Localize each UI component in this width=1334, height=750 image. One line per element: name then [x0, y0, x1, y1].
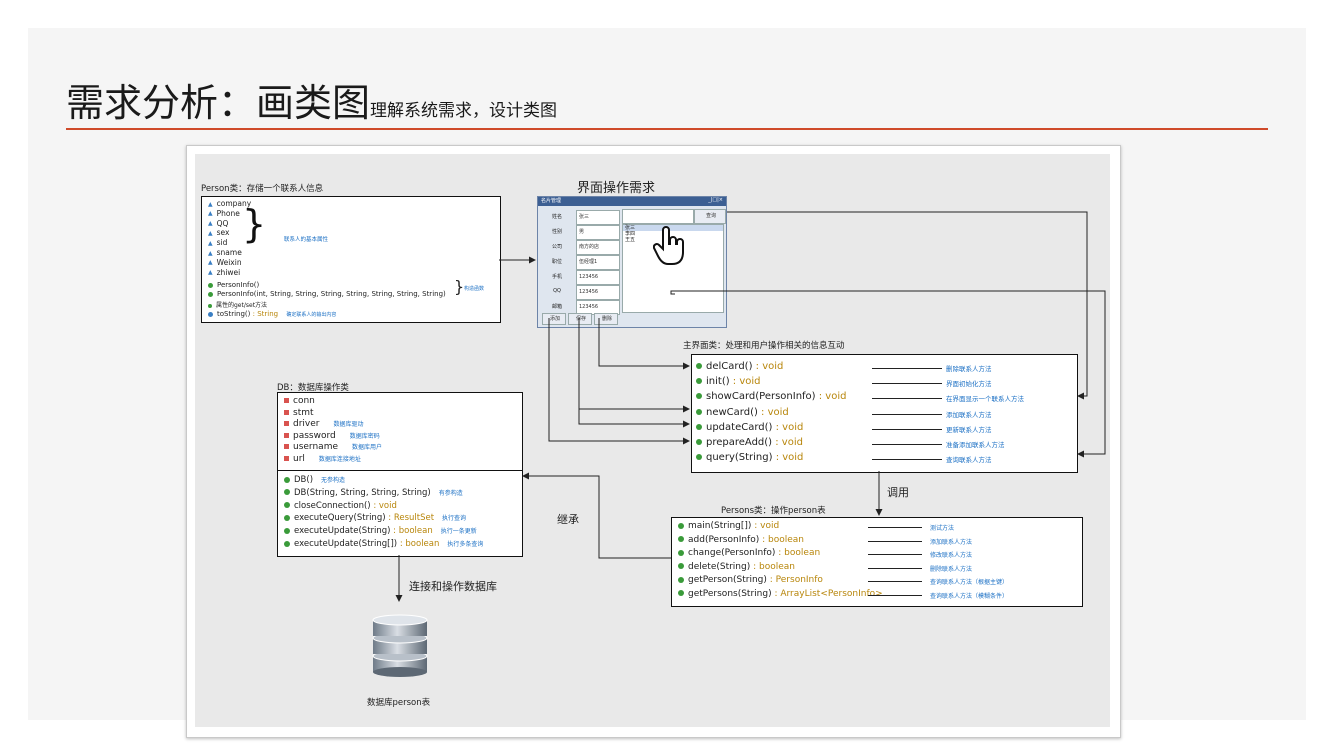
delete-btn-arrow: [598, 318, 690, 370]
query-to-main-arrow: [727, 211, 1088, 400]
connector-lines: [395, 211, 1106, 602]
title-sub: 理解系统需求，设计类图: [370, 101, 558, 121]
save-btn-arrow-2: [578, 409, 690, 428]
add-btn-arrow: [548, 318, 690, 445]
diagram-canvas: Person类：存储一个联系人信息 ▲ company ▲ Phone ▲ QQ ▲ sex ▲…: [195, 154, 1110, 727]
class-diagram-figure: Person类：存储一个联系人信息 ▲ company ▲ Phone ▲ QQ ▲ sex ▲…: [186, 145, 1121, 738]
slide-title: 需求分析：画类图理解系统需求，设计类图: [66, 72, 557, 127]
title-main: 需求分析：画类图: [66, 81, 371, 125]
title-rule: [66, 128, 1268, 130]
inherit-arrow: [522, 472, 671, 559]
save-btn-arrow-1: [578, 318, 690, 413]
list-to-showcard-arrow: [670, 290, 1106, 458]
